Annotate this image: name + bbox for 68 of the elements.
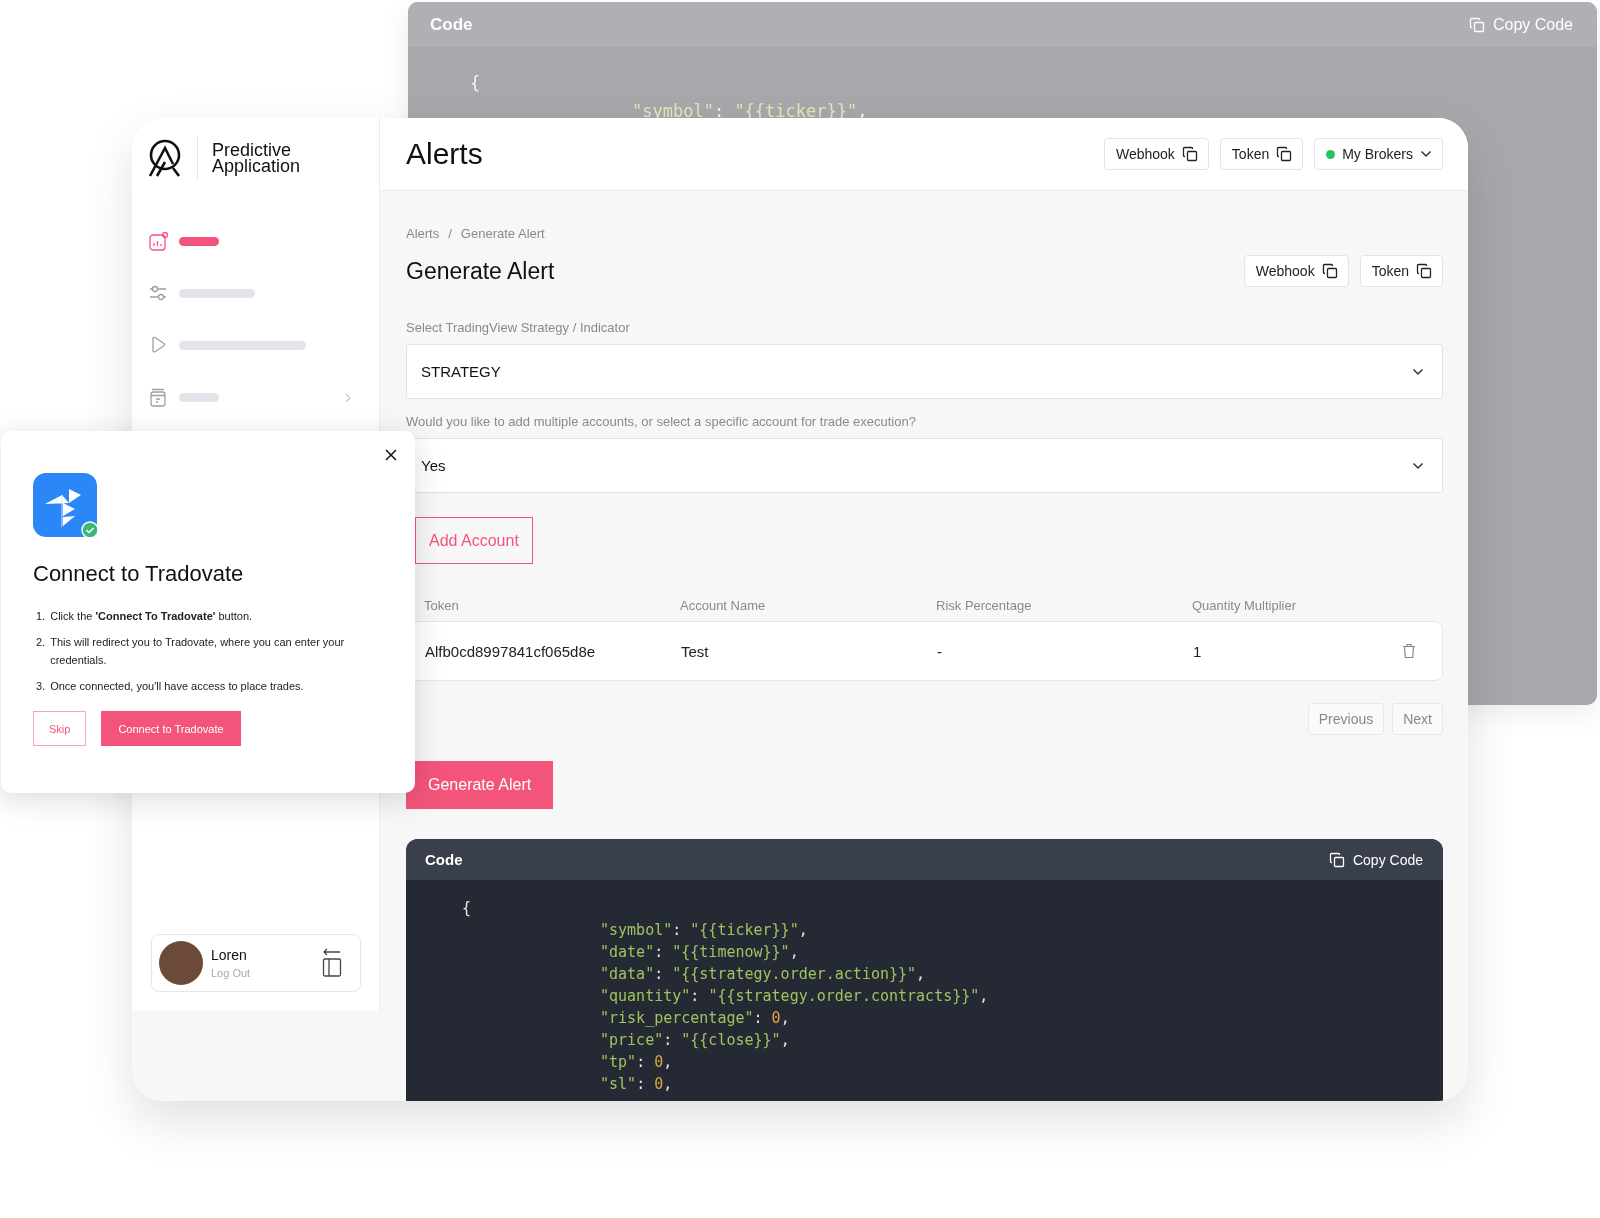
copy-icon bbox=[1328, 851, 1345, 868]
copy-icon bbox=[1416, 263, 1432, 279]
app-name: Predictive Application bbox=[212, 142, 302, 174]
page-title: Alerts bbox=[406, 137, 484, 171]
step-number: 2. bbox=[36, 635, 46, 650]
copy-code-button[interactable]: Copy Code bbox=[1468, 15, 1573, 34]
dialog-title: Connect to Tradovate bbox=[33, 561, 245, 587]
breadcrumb-separator: / bbox=[448, 226, 452, 241]
code-line: "data": "{{strategy.order.action}}", bbox=[600, 964, 927, 985]
code-line: "quantity": "{{strategy.order.contracts}}", bbox=[600, 986, 990, 1007]
skip-button[interactable]: Skip bbox=[33, 711, 87, 746]
step-number: 3. bbox=[36, 679, 46, 694]
code-line: { bbox=[470, 72, 482, 95]
previous-button[interactable]: Previous bbox=[1307, 703, 1385, 735]
column-header: Token bbox=[424, 597, 460, 613]
step-text: Once connected, you'll have access to place trades. bbox=[50, 679, 304, 694]
table-cell-text: Test bbox=[681, 642, 710, 660]
code-line: "tp": 0, bbox=[600, 1052, 674, 1073]
breadcrumb-current: Generate Alert bbox=[460, 226, 545, 241]
step-text: Click the 'Connect To Tradovate' button. bbox=[50, 609, 253, 624]
code-line: "symbol": "{{ticker}}", bbox=[600, 920, 809, 941]
section-title: Generate Alert bbox=[406, 257, 555, 285]
column-header: Quantity Multiplier bbox=[1192, 597, 1298, 613]
copy-code-button[interactable]: Copy Code bbox=[1328, 851, 1423, 868]
field-label: Would you like to add multiple accounts, or select a specific account for trade execution? bbox=[406, 414, 917, 429]
table-cell-text: Alfb0cd8997841cf065d8e bbox=[425, 642, 597, 660]
code-line: "sl": 0, bbox=[600, 1074, 674, 1095]
app-logo-icon bbox=[33, 473, 97, 537]
step-number: 1. bbox=[36, 609, 46, 624]
chevron-down-icon bbox=[1412, 367, 1424, 376]
archive-icon bbox=[148, 387, 168, 408]
brokers-dropdown[interactable]: My Brokers bbox=[1314, 138, 1443, 170]
log-out-link[interactable]: Log Out bbox=[211, 967, 314, 979]
table-cell-text: 1 bbox=[1193, 642, 1203, 660]
code-title: Code bbox=[425, 851, 463, 868]
copy-icon bbox=[1321, 263, 1338, 279]
code-line: "date": "{{timenow}}", bbox=[600, 942, 800, 963]
step-text: This will redirect you to Tradovate, where you can enter your credentials. bbox=[50, 635, 346, 668]
avatar bbox=[159, 941, 203, 985]
logo-icon bbox=[147, 138, 183, 178]
connect-button[interactable]: Connect to Tradovate bbox=[101, 711, 241, 746]
add-account-button[interactable]: Add Account bbox=[415, 517, 533, 564]
column-header: Account Name bbox=[680, 597, 767, 613]
code-line: { bbox=[462, 898, 473, 919]
nav-item-placeholder[interactable] bbox=[179, 237, 219, 246]
copy-button[interactable]: Token bbox=[1359, 255, 1443, 287]
copy-button[interactable]: Token bbox=[1219, 138, 1304, 170]
copy-icon bbox=[1276, 146, 1293, 162]
next-button[interactable]: Next bbox=[1392, 703, 1443, 735]
sidebar-panel-icon[interactable] bbox=[322, 948, 342, 978]
user-name: Loren bbox=[211, 947, 248, 963]
generate-alert-button[interactable]: Generate Alert bbox=[406, 761, 554, 809]
copy-icon bbox=[1181, 146, 1198, 162]
trash-icon[interactable] bbox=[1402, 643, 1416, 659]
copy-button[interactable]: Webhook bbox=[1243, 255, 1349, 287]
chevron-down-icon bbox=[1420, 150, 1432, 158]
code-line: "price": "{{close}}", bbox=[600, 1030, 791, 1051]
copy-button[interactable]: Webhook bbox=[1103, 138, 1209, 170]
table-cell-text: - bbox=[937, 642, 943, 660]
breadcrumb-link[interactable]: Alerts bbox=[406, 226, 440, 241]
field-label: Select TradingView Strategy / Indicator bbox=[406, 320, 631, 335]
select-dropdown[interactable]: STRATEGY bbox=[406, 344, 1443, 399]
column-header: Risk Percentage bbox=[936, 597, 1033, 613]
code-title: Code bbox=[430, 14, 473, 35]
chart-icon bbox=[148, 231, 168, 252]
code-line: "risk_percentage": 0, bbox=[600, 1008, 791, 1029]
copy-icon bbox=[1468, 16, 1485, 33]
chevron-down-icon bbox=[1412, 461, 1424, 470]
